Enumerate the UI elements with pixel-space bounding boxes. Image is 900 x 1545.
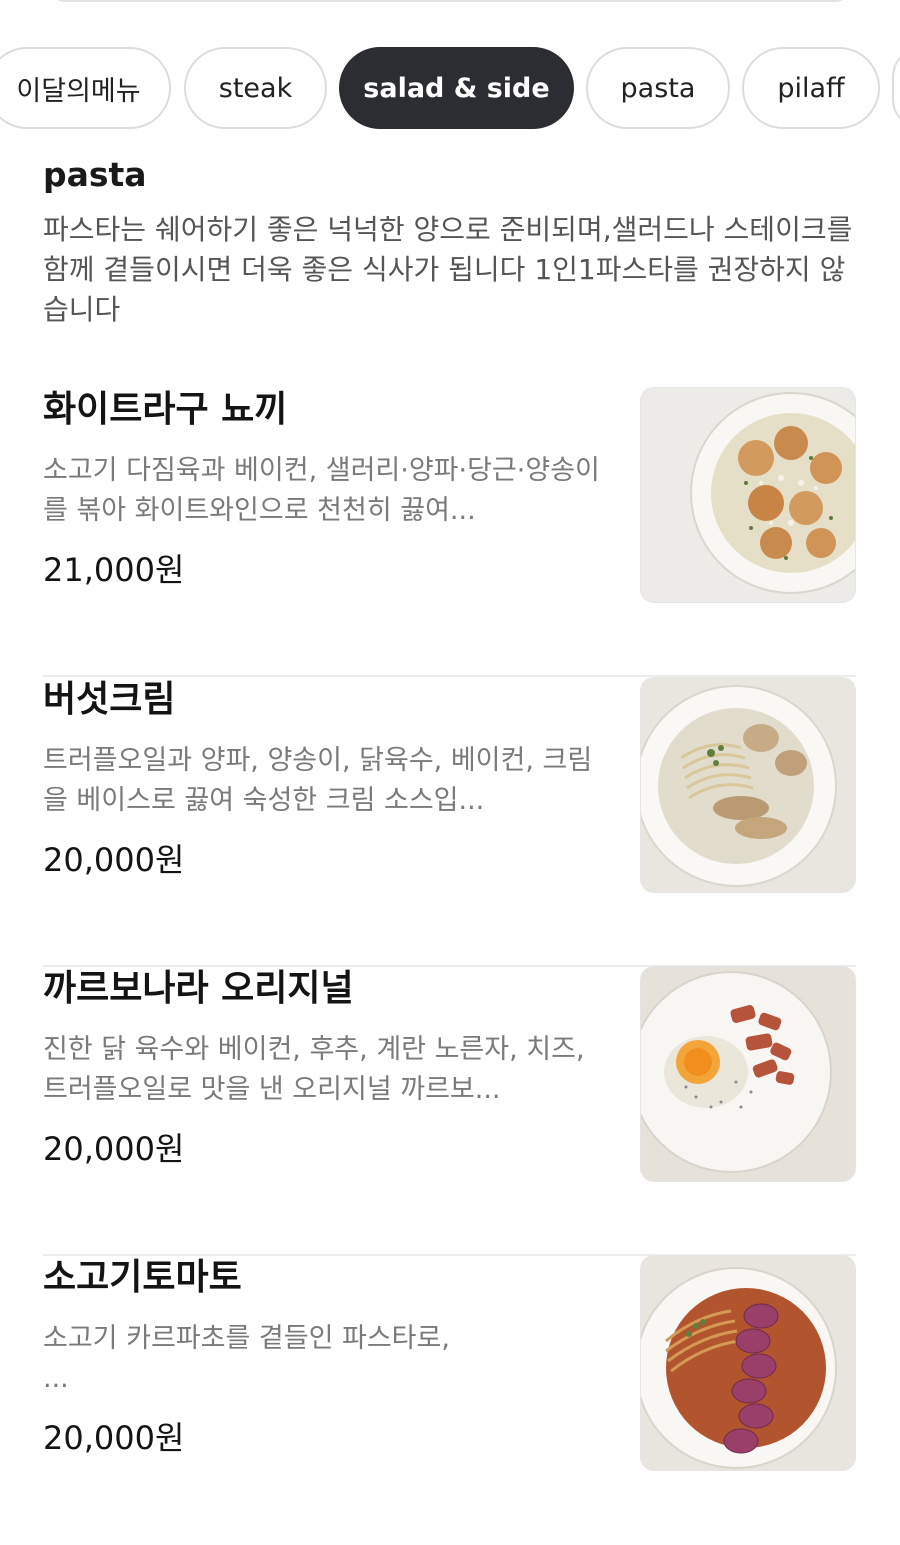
gnocchi-photo[interactable]	[640, 387, 856, 603]
item-name: 버섯크림	[43, 679, 176, 720]
section-description: 파스타는 쉐어하기 좋은 넉넉한 양으로 준비되며,샐러드나 스테이크를 함께 …	[43, 213, 853, 326]
mushroom-cream-pasta-photo[interactable]	[640, 677, 856, 893]
tab-pilaff[interactable]: pilaff	[742, 47, 880, 129]
item-price: 21,000원	[43, 551, 185, 589]
item-price: 20,000원	[43, 1419, 185, 1457]
menu-item[interactable]: 소고기토마토 소고기 카르파초를 곁들인 파스타로, ... 20,000원	[43, 1255, 856, 1545]
item-description: 진한 닭 육수와 베이컨, 후추, 계란 노른자, 치즈, 트러플오일로 맛을 …	[43, 1034, 585, 1105]
tab-label: pasta	[620, 72, 696, 104]
tab-overflow[interactable]	[892, 47, 900, 129]
category-tabs: 이달의메뉴 steak salad & side pasta pilaff	[0, 47, 900, 131]
item-name: 까르보나라 오리지널	[43, 968, 354, 1009]
tab-salad-side[interactable]: salad & side	[339, 47, 574, 129]
tab-pasta[interactable]: pasta	[586, 47, 730, 129]
menu-item[interactable]: 화이트라구 뇨끼 소고기 다짐육과 베이컨, 샐러리·양파·당근·양송이를 볶아…	[43, 387, 856, 677]
item-price: 20,000원	[43, 1130, 185, 1168]
carbonara-photo[interactable]	[640, 966, 856, 1182]
menu-item[interactable]: 버섯크림 트러플오일과 양파, 양송이, 닭육수, 베이컨, 크림을 베이스로 …	[43, 677, 856, 967]
tab-label: 이달의메뉴	[16, 75, 141, 107]
section-title: pasta	[43, 155, 147, 194]
item-name: 화이트라구 뇨끼	[43, 389, 288, 430]
menu-item[interactable]: 까르보나라 오리지널 진한 닭 육수와 베이컨, 후추, 계란 노른자, 치즈,…	[43, 966, 856, 1256]
item-price: 20,000원	[43, 841, 185, 879]
item-name: 소고기토마토	[43, 1257, 242, 1298]
tab-label: steak	[218, 72, 293, 104]
item-description: 트러플오일과 양파, 양송이, 닭육수, 베이컨, 크림을 베이스로 끓여 숙성…	[43, 745, 593, 816]
item-description: 소고기 카르파초를 곁들인 파스타로, ...	[43, 1323, 450, 1394]
tab-label: pilaff	[777, 72, 845, 104]
item-description: 소고기 다짐육과 베이컨, 샐러리·양파·당근·양송이를 볶아 화이트와인으로 …	[43, 455, 600, 526]
search-bar-edge[interactable]	[45, 0, 855, 2]
tab-monthly-menu[interactable]: 이달의메뉴	[0, 47, 171, 129]
tab-label: salad & side	[363, 72, 550, 104]
beef-tomato-pasta-photo[interactable]	[640, 1255, 856, 1471]
tab-steak[interactable]: steak	[184, 47, 327, 129]
